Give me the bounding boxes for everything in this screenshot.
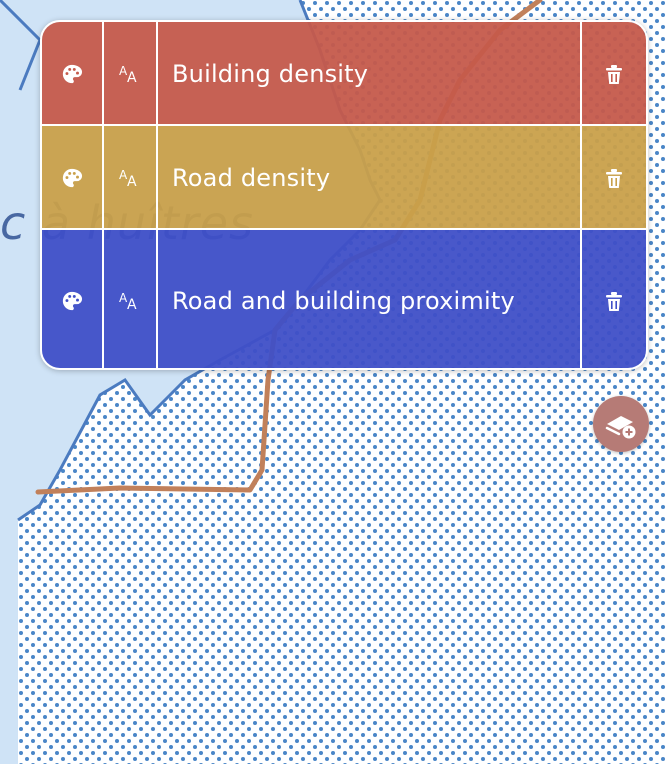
layer-row-road-density: AA Road density bbox=[42, 126, 646, 230]
layers-panel: AA Building density AA Road density AA R… bbox=[40, 20, 648, 370]
palette-icon bbox=[62, 168, 83, 188]
trash-icon bbox=[606, 292, 622, 311]
layer-delete-button[interactable] bbox=[582, 126, 646, 230]
layer-delete-button[interactable] bbox=[582, 230, 646, 368]
layer-label-button[interactable]: AA bbox=[104, 230, 158, 368]
layer-name: Building density bbox=[158, 22, 582, 126]
palette-icon bbox=[62, 64, 83, 84]
add-layer-button[interactable] bbox=[593, 396, 649, 452]
palette-icon bbox=[62, 291, 83, 311]
layer-name: Road and building proximity bbox=[158, 230, 582, 368]
layer-label-button[interactable]: AA bbox=[104, 22, 158, 126]
layer-style-button[interactable] bbox=[42, 230, 104, 368]
layer-delete-button[interactable] bbox=[582, 22, 646, 126]
font-size-icon: AA bbox=[119, 291, 137, 312]
font-size-icon: AA bbox=[119, 168, 137, 189]
layer-style-button[interactable] bbox=[42, 126, 104, 230]
layer-name: Road density bbox=[158, 126, 582, 230]
svg-text:A: A bbox=[127, 297, 137, 312]
font-size-icon: AA bbox=[119, 64, 137, 85]
trash-icon bbox=[606, 65, 622, 84]
layer-row-building-density: AA Building density bbox=[42, 22, 646, 126]
trash-icon bbox=[606, 169, 622, 188]
layer-row-road-building-proximity: AA Road and building proximity bbox=[42, 230, 646, 368]
layer-style-button[interactable] bbox=[42, 22, 104, 126]
layer-label-button[interactable]: AA bbox=[104, 126, 158, 230]
add-layer-icon bbox=[605, 416, 636, 439]
svg-text:A: A bbox=[127, 70, 137, 85]
svg-text:A: A bbox=[127, 174, 137, 189]
